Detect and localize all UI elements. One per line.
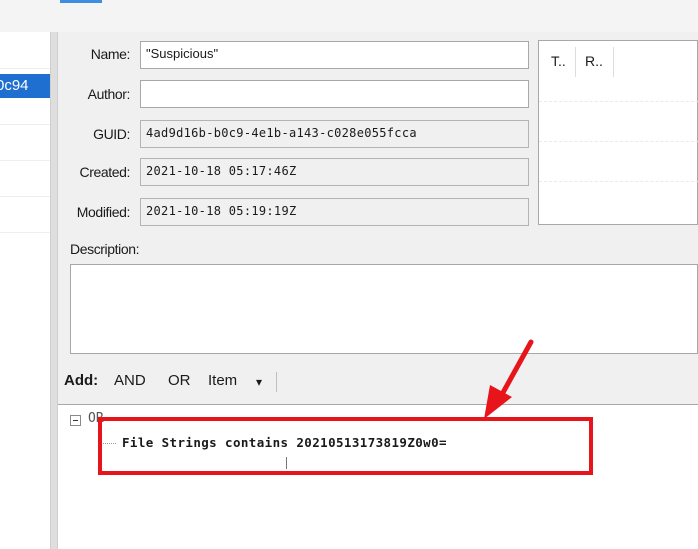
columns-list[interactable]: T.. R.. — [538, 40, 698, 225]
author-field[interactable] — [140, 80, 529, 108]
column-header-r[interactable]: R.. — [585, 53, 603, 69]
guid-label: GUID: — [93, 126, 130, 142]
add-or-button[interactable]: OR — [168, 372, 191, 389]
collapse-icon[interactable] — [70, 415, 81, 426]
created-label: Created: — [79, 164, 131, 180]
description-field[interactable] — [70, 264, 698, 354]
grid-line — [539, 101, 698, 102]
active-tab-indicator — [60, 0, 102, 3]
guid-field[interactable]: 4ad9d16b-b0c9-4e1b-a143-c028e055fcca — [140, 120, 529, 148]
pane-splitter[interactable] — [50, 32, 58, 549]
list-divider — [0, 232, 50, 233]
grid-line — [539, 141, 698, 142]
list-divider — [0, 196, 50, 197]
description-label: Description: — [70, 241, 140, 257]
condition-toolbar: Add: AND OR Item ▾ — [58, 366, 698, 396]
rule-list-pane[interactable]: 0c94 — [0, 32, 50, 549]
grid-line — [539, 181, 698, 182]
modified-label: Modified: — [76, 204, 131, 220]
add-label: Add: — [64, 372, 99, 389]
toolbar-separator — [276, 372, 277, 392]
author-label: Author: — [87, 86, 131, 102]
list-divider — [0, 160, 50, 161]
list-divider — [0, 124, 50, 125]
modified-field[interactable]: 2021-10-18 05:19:19Z — [140, 198, 529, 226]
column-separator — [575, 47, 576, 77]
top-strip — [0, 0, 698, 32]
name-field[interactable]: "Suspicious" — [140, 41, 529, 69]
column-header-t[interactable]: T.. — [551, 53, 566, 69]
highlight-box — [98, 417, 593, 475]
list-divider — [0, 68, 50, 69]
name-label: Name: — [90, 46, 131, 62]
column-separator — [613, 47, 614, 77]
add-item-button[interactable]: Item — [208, 372, 237, 389]
selected-rule-row[interactable]: 0c94 — [0, 74, 50, 98]
chevron-down-icon[interactable]: ▾ — [256, 375, 262, 389]
created-field[interactable]: 2021-10-18 05:17:46Z — [140, 158, 529, 186]
add-and-button[interactable]: AND — [114, 372, 146, 389]
